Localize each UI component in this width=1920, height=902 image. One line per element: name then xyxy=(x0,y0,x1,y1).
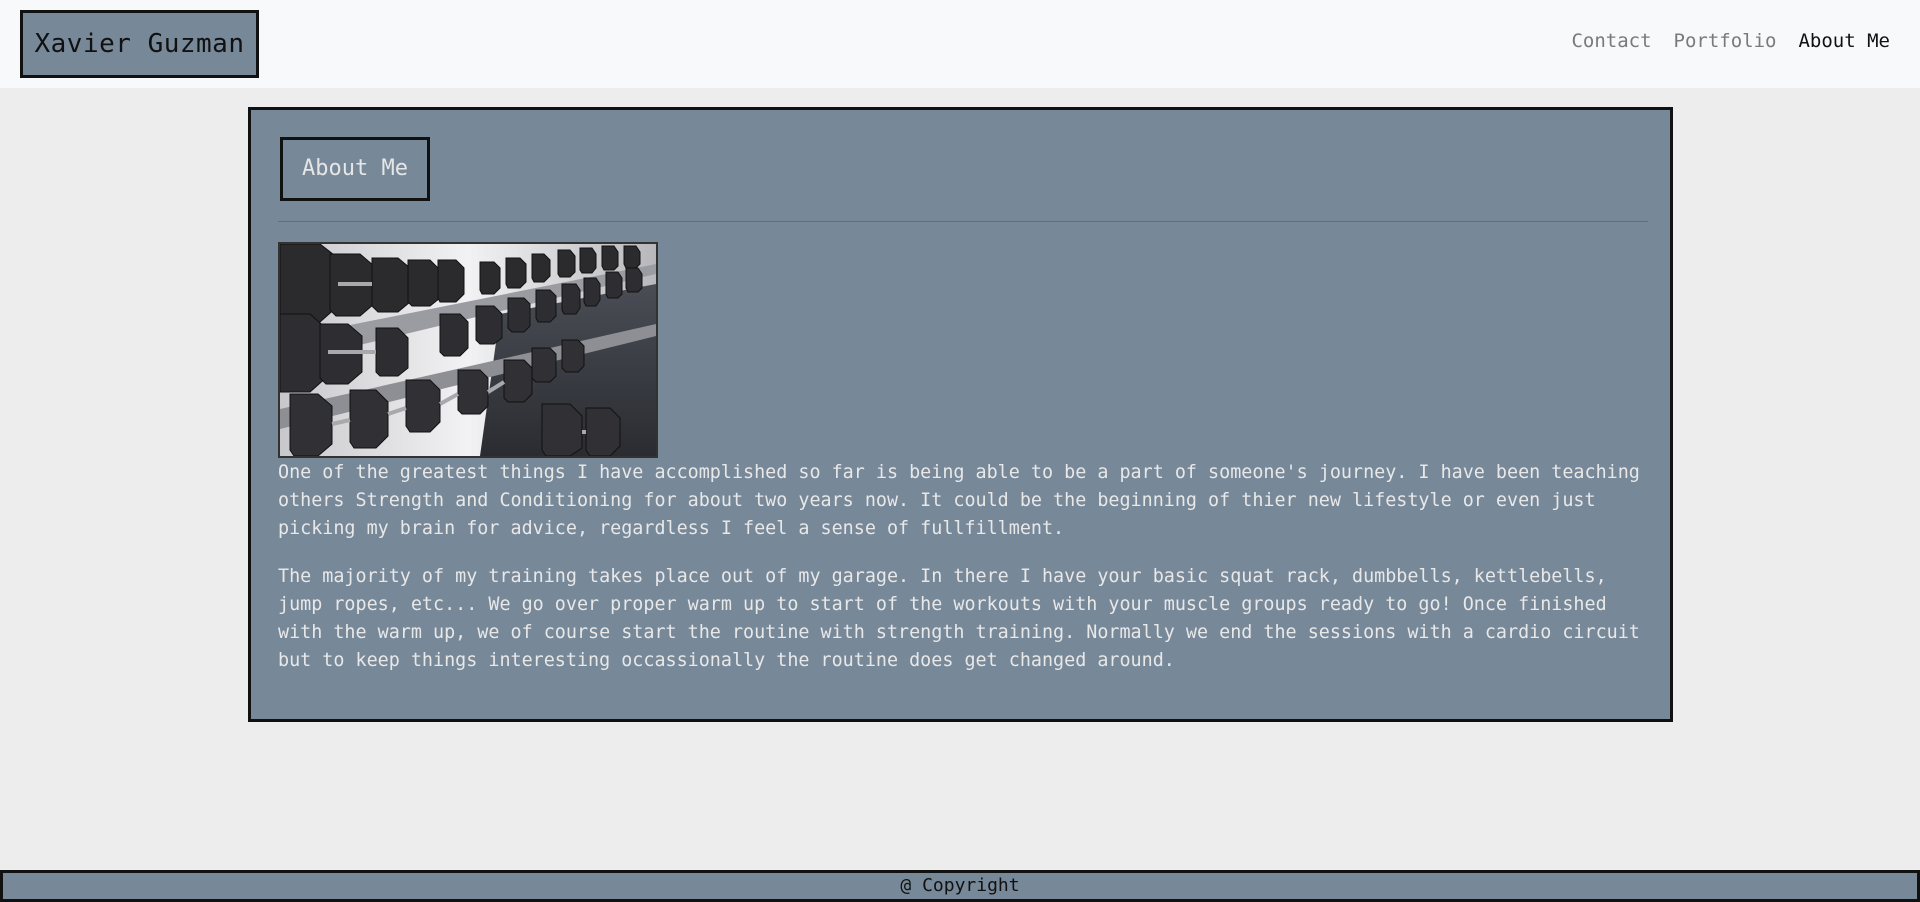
nav-link-portfolio[interactable]: Portfolio xyxy=(1674,30,1777,52)
section-title: About Me xyxy=(280,137,430,201)
nav-links: Contact Portfolio About Me xyxy=(1571,30,1890,52)
about-paragraph-2: The majority of my training takes place … xyxy=(278,566,1640,671)
footer: @ Copyright xyxy=(0,870,1920,902)
dumbbell-rack-photo xyxy=(278,242,658,458)
divider xyxy=(278,221,1648,222)
nav-link-about-me[interactable]: About Me xyxy=(1798,30,1890,52)
dumbbell-rack-illustration xyxy=(280,244,656,456)
brand-logo[interactable]: Xavier Guzman xyxy=(20,10,259,78)
navbar: Xavier Guzman Contact Portfolio About Me xyxy=(0,0,1920,88)
about-card: About Me One of the greatest things I ha… xyxy=(248,107,1673,722)
about-paragraph-1: One of the greatest things I have accomp… xyxy=(278,462,1640,539)
nav-link-contact[interactable]: Contact xyxy=(1571,30,1651,52)
